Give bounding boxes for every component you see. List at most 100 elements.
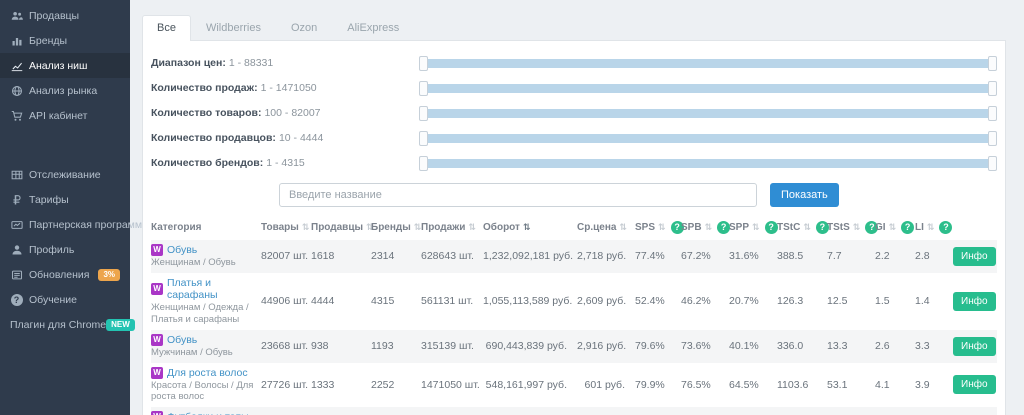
bar-chart-icon [10,34,23,47]
slider-handle-min[interactable] [419,155,428,171]
value-cell: 1,055,113,589 руб. [483,295,573,308]
sidebar-item-sellers[interactable]: Продавцы [0,3,130,28]
sidebar-item-partner-program[interactable]: Партнерская программа [0,212,148,237]
info-cell: Инфо [953,336,996,356]
column-header-SPP[interactable]: SPP ⇅? [729,221,778,234]
value-cell: 77.4% [635,250,665,263]
wildberries-icon: W [151,282,163,295]
sidebar-item-label: Обновления [29,268,90,281]
column-header-Ср.цена[interactable]: Ср.цена ⇅ [577,221,635,234]
column-label: Оборот [483,222,520,233]
filter-label: Количество брендов: [151,157,264,169]
column-label: Ср.цена [577,222,617,233]
value-cell: 2,609 руб. [577,295,627,308]
slider-handle-max[interactable] [988,80,997,96]
tab-all[interactable]: Все [142,15,191,41]
slider-handle-max[interactable] [988,155,997,171]
sort-icon[interactable]: ⇅ [523,223,531,233]
table-body: W Обувь Женщинам / Обувь 82007 шт. 1618 2314 6… [151,240,997,415]
category-link[interactable]: Для роста волос [167,367,248,379]
column-header-TStC[interactable]: TStC ⇅? [777,221,829,234]
info-button[interactable]: Инфо [953,375,996,395]
search-input[interactable] [279,183,757,207]
info-button[interactable]: Инфо [953,336,996,356]
category-link[interactable]: Футболки и топы [167,411,249,415]
value-cell: 52.4% [635,295,665,308]
globe-icon [10,84,23,97]
tab-aliexpress[interactable]: AliExpress [332,15,414,41]
column-header-GI[interactable]: GI ⇅? [875,221,915,234]
value-cell: 628643 шт. [421,250,474,263]
category-link[interactable]: Платья и сарафаны [167,277,261,301]
value-cell: 2,718 руб. [577,250,627,263]
column-header-SPB[interactable]: SPB ⇅? [681,221,731,234]
filter-slider-brands-count[interactable] [419,155,997,171]
sort-icon[interactable]: ⇅ [468,223,476,233]
slider-handle-max[interactable] [988,105,997,121]
tab-ozon[interactable]: Ozon [276,15,332,41]
filter-value: 1 - 1471050 [260,82,317,94]
column-info-icon[interactable]: ? [939,221,953,234]
column-info-icon[interactable]: ? [764,221,778,234]
column-header-Товары[interactable]: Товары ⇅ [261,221,311,234]
column-header-LI[interactable]: LI ⇅? [915,221,953,234]
filter-slider-price-range[interactable] [419,55,997,71]
category-link[interactable]: Обувь [167,244,197,256]
value-cell: 1.5 [875,295,890,308]
sidebar-item-training[interactable]: ? Обучение [0,287,130,312]
filter-slider-sellers-count[interactable] [419,130,997,146]
sort-icon[interactable]: ⇅ [705,223,713,233]
sidebar-item-api-cabinet[interactable]: API кабинет [0,103,130,128]
filter-label: Количество продавцов: [151,132,276,144]
slider-handle-max[interactable] [988,130,997,146]
sidebar-item-brands[interactable]: Бренды [0,28,130,53]
column-info-icon[interactable]: ? [901,221,915,234]
column-header-SPS[interactable]: SPS ⇅? [635,221,684,234]
sort-icon[interactable]: ⇅ [853,223,861,233]
slider-handle-min[interactable] [419,105,428,121]
show-button[interactable]: Показать [770,183,839,207]
sort-icon[interactable]: ⇅ [752,223,760,233]
value-cell: 2.8 [915,250,930,263]
tab-wildberries[interactable]: Wildberries [191,15,276,41]
column-header-Продавцы[interactable]: Продавцы ⇅ [311,221,374,234]
category-link[interactable]: Обувь [167,334,197,346]
sidebar-item-tracking[interactable]: Отслеживание [0,162,130,187]
sort-icon[interactable]: ⇅ [889,223,897,233]
sidebar-item-updates[interactable]: Обновления 3% [0,262,130,287]
column-header-Продажи[interactable]: Продажи ⇅ [421,221,483,234]
sidebar-item-profile[interactable]: Профиль [0,237,130,262]
sort-icon[interactable]: ⇅ [803,223,811,233]
sort-icon[interactable]: ⇅ [619,223,627,233]
value-cell: 67.2% [681,250,711,263]
value-cell: 561131 шт. [421,295,474,308]
sort-icon[interactable]: ⇅ [658,223,666,233]
sidebar-badge-updates: 3% [98,268,120,281]
sidebar-item-chrome-plugin[interactable]: Плагин для Chrome NEW [0,312,135,337]
slider-handle-max[interactable] [988,55,997,71]
sidebar-item-niche-analysis[interactable]: Анализ ниш [0,53,130,78]
value-cell: 27726 шт. [261,378,309,391]
sidebar-item-market-analysis[interactable]: Анализ рынка [0,78,130,103]
sidebar-item-tariffs[interactable]: Тарифы [0,187,130,212]
sort-icon[interactable]: ⇅ [927,223,935,233]
sidebar-item-label: Обучение [29,293,78,306]
value-cell: 82007 шт. [261,250,309,263]
column-header-TStS[interactable]: TStS ⇅? [827,221,879,234]
slider-handle-min[interactable] [419,55,428,71]
column-header-Бренды[interactable]: Бренды ⇅ [371,221,421,234]
info-button[interactable]: Инфо [953,246,996,266]
value-cell: 3.9 [915,378,930,391]
table-icon [10,168,23,181]
info-button[interactable]: Инфо [953,291,996,311]
filter-slider-sales-count[interactable] [419,80,997,96]
slider-handle-min[interactable] [419,80,428,96]
column-label: Категория [151,222,202,233]
sort-icon[interactable]: ⇅ [302,223,310,233]
category-title: W Обувь [151,333,261,346]
filter-slider-goods-count[interactable] [419,105,997,121]
slider-handle-min[interactable] [419,130,428,146]
filter-sellers-count: Количество продавцов: 10 - 4444 [151,126,997,150]
sidebar-item-label: Анализ ниш [29,59,88,72]
column-header-Оборот[interactable]: Оборот ⇅ [483,221,577,234]
